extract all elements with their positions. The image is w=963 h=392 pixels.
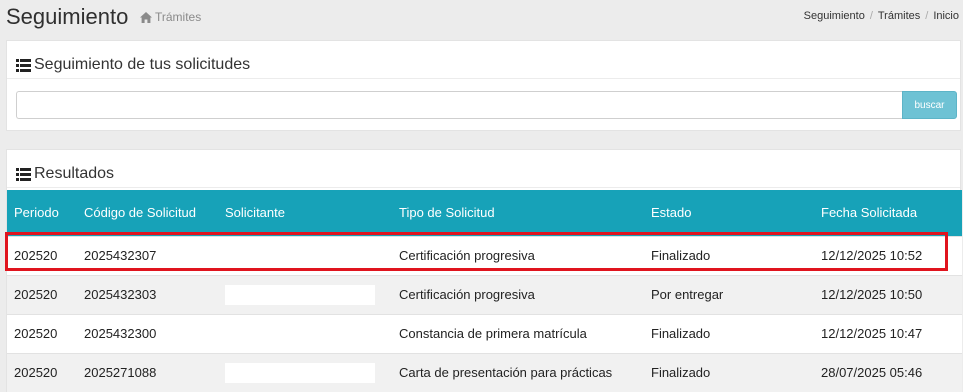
cell-codigo: 2025432303 xyxy=(77,274,218,314)
results-panel-title: Resultados xyxy=(34,165,115,182)
redacted-box xyxy=(225,362,375,383)
cell-codigo: 2025432300 xyxy=(77,313,218,353)
table-row[interactable]: 202520 2025432300 Constancia de primera … xyxy=(7,313,962,353)
column-header-codigo[interactable]: Código de Solicitud xyxy=(77,190,218,236)
search-panel: Seguimiento de tus solicitudes buscar xyxy=(6,40,961,131)
column-header-estado[interactable]: Estado xyxy=(644,190,814,236)
cell-solicitante xyxy=(218,313,392,353)
results-table: Periodo Código de Solicitud Solicitante … xyxy=(7,190,962,392)
search-panel-title: Seguimiento de tus solicitudes xyxy=(34,56,251,73)
cell-tipo: Constancia de primera matrícula xyxy=(392,313,644,353)
column-header-fecha[interactable]: Fecha Solicitada xyxy=(814,190,962,236)
cell-solicitante xyxy=(218,274,392,314)
breadcrumb-separator: / xyxy=(869,10,873,22)
list-icon xyxy=(16,167,31,181)
cell-periodo: 202520 xyxy=(7,274,77,314)
table-row[interactable]: 202520 2025432303 Certificación progresi… xyxy=(7,274,962,314)
cell-fecha: 12/12/2025 10:52 xyxy=(814,235,962,275)
cell-estado: Por entregar xyxy=(644,274,814,314)
page-title: Seguimiento xyxy=(6,4,129,29)
breadcrumb-inicio[interactable]: Inicio xyxy=(933,10,959,22)
top-bar: Seguimiento Trámites Seguimiento / Trámi… xyxy=(0,0,963,34)
column-header-periodo[interactable]: Periodo xyxy=(7,190,77,236)
table-header-row: Periodo Código de Solicitud Solicitante … xyxy=(7,190,962,236)
breadcrumb-separator: / xyxy=(925,10,929,22)
cell-periodo: 202520 xyxy=(7,235,77,275)
cell-estado: Finalizado xyxy=(644,235,814,275)
cell-fecha: 12/12/2025 10:50 xyxy=(814,274,962,314)
cell-fecha: 28/07/2025 05:46 xyxy=(814,352,962,392)
cell-periodo: 202520 xyxy=(7,352,77,392)
cell-solicitante xyxy=(218,352,392,392)
search-panel-header: Seguimiento de tus solicitudes xyxy=(7,41,960,79)
cell-fecha: 12/12/2025 10:47 xyxy=(814,313,962,353)
list-icon xyxy=(16,58,31,72)
cell-estado: Finalizado xyxy=(644,313,814,353)
search-button[interactable]: buscar xyxy=(902,91,957,119)
results-panel-header: Resultados xyxy=(7,150,960,188)
results-panel: Resultados Periodo Código de Solicitud S… xyxy=(6,149,962,392)
cell-estado: Finalizado xyxy=(644,352,814,392)
cell-solicitante xyxy=(218,235,392,275)
table-row[interactable]: 202520 2025271088 Carta de presentación … xyxy=(7,352,962,392)
table-row[interactable]: 202520 2025432307 Certificación progresi… xyxy=(7,235,962,275)
search-input[interactable] xyxy=(16,91,902,119)
cell-codigo: 2025432307 xyxy=(77,235,218,275)
home-icon xyxy=(140,11,152,23)
page-subtitle: Trámites xyxy=(140,10,201,24)
column-header-tipo[interactable]: Tipo de Solicitud xyxy=(392,190,644,236)
breadcrumb-tramites[interactable]: Trámites xyxy=(878,10,920,22)
search-row: buscar xyxy=(16,91,957,119)
cell-tipo: Certificación progresiva xyxy=(392,274,644,314)
breadcrumb-seguimiento[interactable]: Seguimiento xyxy=(804,10,865,22)
redacted-box xyxy=(225,284,375,305)
cell-codigo: 2025271088 xyxy=(77,352,218,392)
breadcrumb: Seguimiento / Trámites / Inicio xyxy=(804,10,959,22)
cell-periodo: 202520 xyxy=(7,313,77,353)
page-subtitle-text: Trámites xyxy=(155,10,202,24)
column-header-solicitante[interactable]: Solicitante xyxy=(218,190,392,236)
cell-tipo: Certificación progresiva xyxy=(392,235,644,275)
cell-tipo: Carta de presentación para prácticas xyxy=(392,352,644,392)
